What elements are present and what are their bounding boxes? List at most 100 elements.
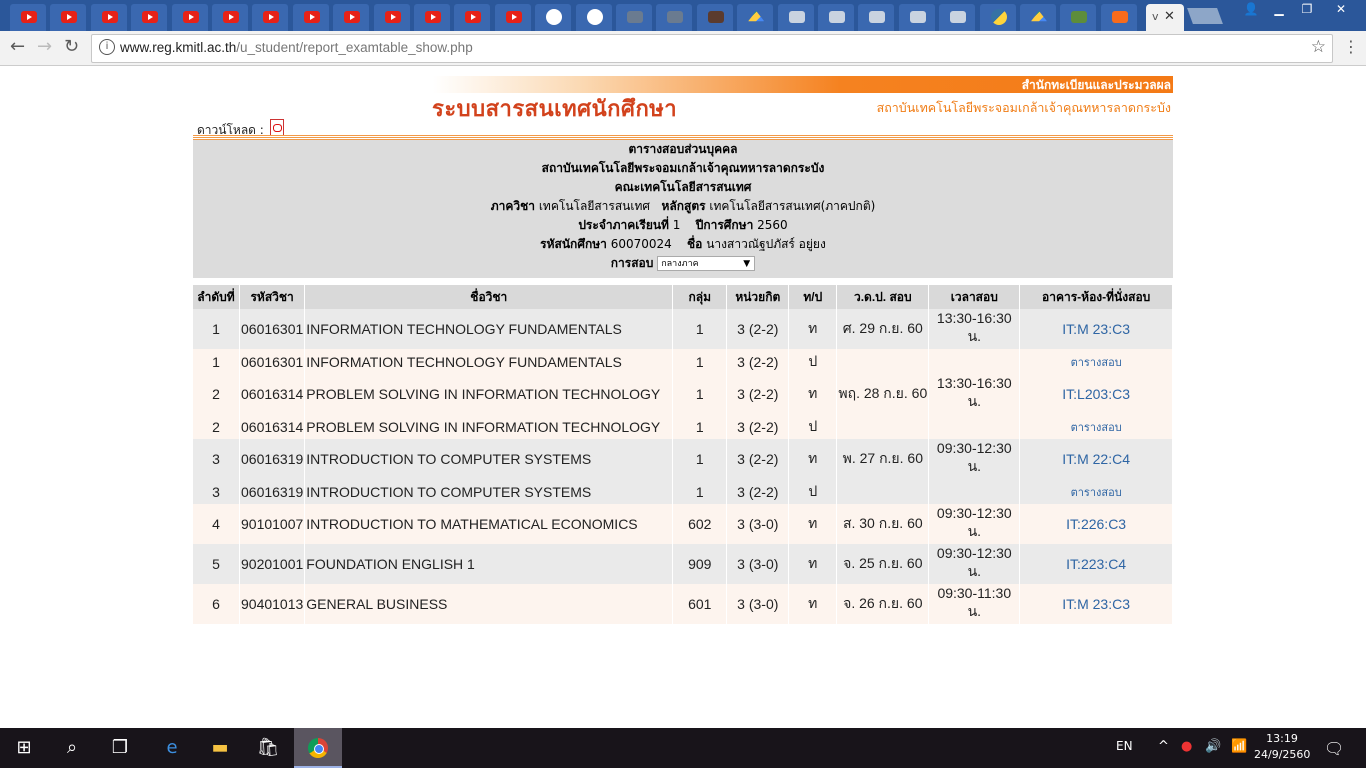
edge-browser-icon[interactable]: e: [148, 728, 196, 768]
browser-tab[interactable]: [89, 4, 129, 31]
chevron-up-icon[interactable]: ^: [1158, 739, 1169, 754]
room-link[interactable]: IT:L203:C3: [1062, 386, 1130, 402]
browser-tab[interactable]: [1018, 4, 1058, 31]
youtube-icon: [61, 11, 78, 23]
browser-tab[interactable]: [978, 4, 1018, 31]
store-icon[interactable]: 🛍: [244, 728, 292, 768]
browser-tab[interactable]: [48, 4, 88, 31]
cell-date: ศ. 29 ก.ย. 60: [836, 309, 930, 349]
room-link[interactable]: IT:M 23:C3: [1062, 596, 1130, 612]
cell-no: 3: [193, 479, 240, 504]
system-clock[interactable]: 13:19 24/9/2560: [1254, 731, 1310, 763]
browser-tab[interactable]: [493, 4, 533, 31]
url-host: www.reg.kmitl.ac.th: [120, 40, 237, 55]
room-link[interactable]: IT:M 23:C3: [1062, 321, 1130, 337]
browser-tab[interactable]: [452, 4, 492, 31]
department-label: ภาควิชา: [490, 199, 535, 213]
bookmark-star-icon[interactable]: ☆: [1311, 37, 1326, 57]
user-profile-icon[interactable]: 👤: [1238, 0, 1264, 18]
cell-credit: 3 (3-0): [726, 504, 790, 544]
cell-time: 09:30-12:30 น.: [928, 504, 1021, 544]
address-bar[interactable]: i www.reg.kmitl.ac.th/u_student/report_e…: [91, 34, 1333, 63]
close-tab-icon[interactable]: ✕: [1164, 9, 1175, 24]
browser-tab[interactable]: [856, 4, 896, 31]
cell-no: 5: [193, 544, 240, 584]
schedule-link[interactable]: ตารางสอบ: [1071, 422, 1122, 434]
youtube-icon: [21, 11, 37, 23]
table-row: 2 06016314 PROBLEM SOLVING IN INFORMATION …: [193, 414, 1173, 439]
browser-tab[interactable]: [695, 4, 735, 31]
browser-tab[interactable]: [776, 4, 816, 31]
task-view-icon[interactable]: ❐: [96, 728, 144, 768]
browser-tab[interactable]: [614, 4, 654, 31]
room-link[interactable]: IT:226:C3: [1066, 516, 1126, 532]
taskbar: ⊞ ⌕ ❐ e ▬ 🛍 EN ^ ● 🔊 📶 13:19 24/9/2560 🗨: [0, 728, 1366, 768]
browser-tab[interactable]: [8, 4, 48, 31]
volume-icon[interactable]: 🔊: [1205, 739, 1221, 754]
cell-code: 06016314: [239, 374, 306, 414]
new-tab-button[interactable]: [1187, 8, 1223, 24]
browser-tab[interactable]: [372, 4, 412, 31]
url-text: www.reg.kmitl.ac.th/u_student/report_exa…: [120, 40, 473, 55]
cell-tp: ท: [788, 309, 838, 349]
schedule-link[interactable]: ตารางสอบ: [1071, 357, 1122, 369]
browser-tab[interactable]: [897, 4, 937, 31]
student-id-value: 60070024: [610, 237, 672, 251]
report-heading: ตารางสอบส่วนบุคคล: [628, 142, 738, 156]
browser-tab[interactable]: [937, 4, 977, 31]
schedule-link[interactable]: ตารางสอบ: [1071, 487, 1122, 499]
chrome-taskbar-icon[interactable]: [294, 728, 342, 768]
cell-no: 3: [193, 439, 240, 479]
table-row: 5 90201001 FOUNDATION ENGLISH 1 909 3 (3-0) ท…: [193, 544, 1173, 584]
cell-credit: 3 (2-2): [726, 374, 790, 414]
browser-tab[interactable]: [331, 4, 371, 31]
browser-tab[interactable]: [170, 4, 210, 31]
table-row: 1 06016301 INFORMATION TECHNOLOGY FUNDAMEN…: [193, 349, 1173, 374]
pdf-icon[interactable]: [269, 119, 284, 136]
maximize-button[interactable]: ❐: [1294, 0, 1320, 18]
search-icon[interactable]: ⌕: [48, 728, 96, 768]
minimize-button[interactable]: ▁: [1266, 0, 1292, 18]
cell-date: [836, 414, 930, 439]
browser-tab[interactable]: [654, 4, 694, 31]
document-icon: [667, 11, 684, 23]
active-tab[interactable]: v ✕: [1146, 4, 1184, 31]
cell-date: จ. 26 ก.ย. 60: [836, 584, 930, 624]
forward-arrow-icon[interactable]: →: [37, 36, 52, 57]
table-row: 3 06016319 INTRODUCTION TO COMPUTER SYSTEM…: [193, 479, 1173, 504]
exam-type-select[interactable]: กลางภาค ▼: [657, 256, 756, 271]
antivirus-tray-icon[interactable]: ●: [1181, 739, 1192, 754]
file-explorer-icon[interactable]: ▬: [196, 728, 244, 768]
input-language[interactable]: EN: [1116, 739, 1133, 753]
notification-icon[interactable]: 🗨: [1324, 739, 1344, 758]
wifi-icon[interactable]: 📶: [1231, 739, 1247, 754]
cell-no: 4: [193, 504, 240, 544]
cell-course-name: PROBLEM SOLVING IN INFORMATION TECHNOLOG…: [304, 414, 674, 439]
page-icon: [788, 11, 805, 23]
browser-tab[interactable]: [574, 4, 614, 31]
youtube-icon: [344, 11, 361, 23]
browser-tab[interactable]: [250, 4, 290, 31]
cell-credit: 3 (3-0): [726, 544, 790, 584]
browser-tab[interactable]: [816, 4, 856, 31]
clock-time: 13:19: [1266, 732, 1298, 745]
room-link[interactable]: IT:223:C4: [1066, 556, 1126, 572]
browser-tab[interactable]: [533, 4, 573, 31]
browser-tab[interactable]: [210, 4, 250, 31]
browser-tab[interactable]: [291, 4, 331, 31]
room-link[interactable]: IT:M 22:C4: [1062, 451, 1130, 467]
youtube-icon: [223, 11, 239, 23]
windows-start-icon[interactable]: ⊞: [0, 728, 48, 768]
browser-tab[interactable]: [1058, 4, 1098, 31]
browser-tab[interactable]: [412, 4, 452, 31]
browser-tab[interactable]: [129, 4, 169, 31]
faculty-line: คณะเทคโนโลยีสารสนเทศ: [614, 180, 752, 194]
site-info-icon[interactable]: i: [99, 39, 115, 55]
back-arrow-icon[interactable]: ←: [10, 36, 25, 57]
menu-dots-icon[interactable]: ⋮: [1343, 37, 1359, 56]
document-icon: [627, 11, 643, 23]
browser-tab[interactable]: [735, 4, 775, 31]
close-window-button[interactable]: ✕: [1320, 0, 1362, 18]
browser-tab[interactable]: [1099, 4, 1139, 31]
reload-icon[interactable]: ↻: [64, 36, 79, 57]
